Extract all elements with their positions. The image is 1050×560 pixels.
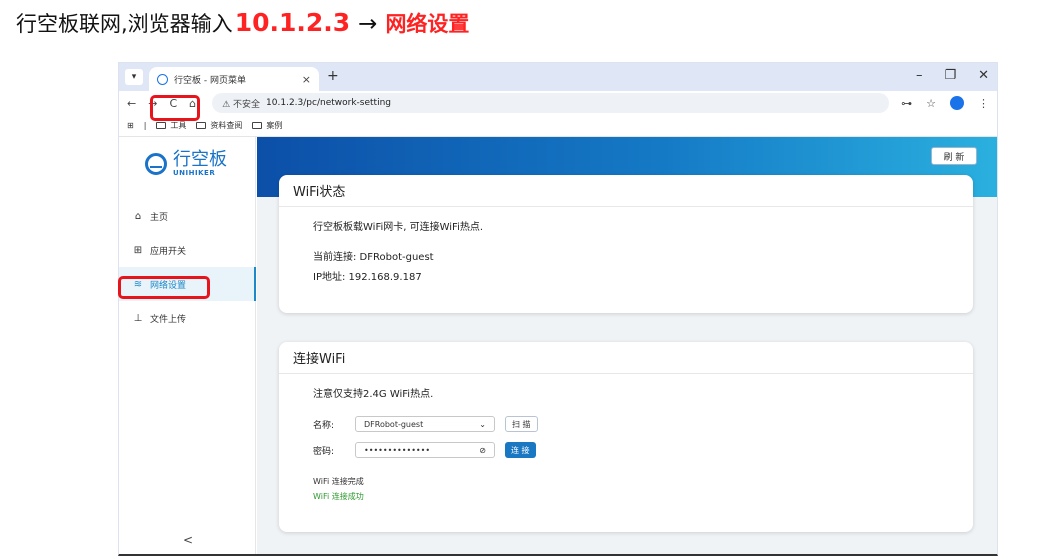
home-icon: ⌂: [134, 210, 142, 222]
password-field[interactable]: •••••••••••••• ⊘: [355, 442, 495, 458]
wifi-desc: 行空板板载WiFi网卡, 可连接WiFi热点.: [313, 221, 484, 233]
new-tab-button[interactable]: +: [327, 68, 339, 84]
apps-grid-icon[interactable]: ⊞: [127, 121, 134, 130]
sidebar-item-label: 应用开关: [150, 246, 187, 257]
bookmark-cases[interactable]: 案例: [252, 120, 282, 131]
support-note: 注意仅支持2.4G WiFi热点.: [313, 388, 434, 400]
grid-icon: ⊞: [133, 244, 143, 256]
url-input[interactable]: ⚠ 不安全 10.1.2.3/pc/network-setting: [212, 93, 890, 113]
current-connection: 当前连接: DFRobot-guest: [313, 251, 434, 263]
password-key-icon[interactable]: ⊶: [901, 97, 912, 110]
close-window-icon[interactable]: ✕: [978, 68, 989, 83]
window-controls: – ❐ ✕: [916, 68, 989, 83]
ip-address: IP地址: 192.168.9.187: [313, 271, 422, 283]
bookmark-tools[interactable]: 工具: [156, 120, 186, 131]
connect-status-done: WiFi 连接完成: [313, 477, 364, 486]
folder-icon: [156, 122, 167, 129]
bookmark-docs[interactable]: 资料查阅: [196, 120, 242, 131]
caption-arrow: →: [358, 11, 378, 37]
card-title: 连接WiFi: [279, 342, 973, 374]
chevron-down-icon: ⌄: [479, 419, 486, 429]
ssid-label: 名称:: [313, 420, 335, 431]
nav-highlight-box: [118, 276, 210, 299]
folder-icon: [252, 122, 263, 129]
card-title: WiFi状态: [279, 175, 973, 207]
profile-avatar-icon[interactable]: [950, 96, 964, 110]
scan-button[interactable]: 扫 描: [505, 416, 538, 432]
sidebar-item-upload[interactable]: ⊥ 文件上传: [119, 301, 256, 335]
web-app: 行空板 UNIHIKER ⌂ 主页 ⊞ 应用开关 ≋ 网络设置 ⊥ 文件上传 <…: [119, 137, 997, 554]
ssid-value: DFRobot-guest: [364, 419, 424, 429]
ssid-select[interactable]: DFRobot-guest ⌄: [355, 416, 495, 432]
upload-icon: ⊥: [133, 312, 143, 324]
connect-status-success: WiFi 连接成功: [313, 492, 364, 501]
connect-wifi-card: 连接WiFi 注意仅支持2.4G WiFi热点. 名称: DFRobot-gue…: [279, 342, 973, 532]
instruction-caption: 行空板联网,浏览器输入 10.1.2.3 → 网络设置: [16, 8, 469, 44]
sidebar-item-label: 主页: [150, 212, 169, 223]
refresh-button[interactable]: 刷 新: [931, 147, 977, 165]
menu-dots-icon[interactable]: ⋮: [978, 97, 989, 110]
url-text: 10.1.2.3/pc/network-setting: [266, 98, 391, 108]
logo-icon: [145, 153, 167, 175]
sidebar: 行空板 UNIHIKER ⌂ 主页 ⊞ 应用开关 ≋ 网络设置 ⊥ 文件上传 <: [119, 137, 256, 554]
collapse-sidebar-icon[interactable]: <: [183, 533, 193, 547]
caption-ip: 10.1.2.3: [234, 8, 351, 37]
sidebar-item-label: 文件上传: [150, 314, 187, 325]
eye-hidden-icon[interactable]: ⊘: [479, 446, 486, 455]
address-actions: ⊶ ☆ ⋮: [901, 96, 989, 110]
sidebar-item-apps[interactable]: ⊞ 应用开关: [119, 233, 256, 267]
restore-icon[interactable]: ❐: [944, 68, 956, 83]
bookmark-label: 工具: [170, 121, 187, 130]
logo-en: UNIHIKER: [173, 169, 216, 177]
unihiker-logo: 行空板 UNIHIKER: [145, 151, 227, 177]
tab-close-icon[interactable]: ×: [302, 73, 311, 86]
caption-text: 行空板联网,浏览器输入: [16, 12, 233, 36]
bookmark-separator: |: [143, 121, 147, 130]
bookmarks-bar: ⊞ | 工具 资料查阅 案例: [119, 115, 997, 137]
connect-button[interactable]: 连 接: [505, 442, 536, 458]
logo-cn: 行空板: [173, 149, 227, 170]
ssid-row: 名称: DFRobot-guest ⌄ 扫 描: [313, 414, 973, 434]
favicon-icon: [157, 73, 168, 85]
unsafe-label[interactable]: ⚠ 不安全: [222, 97, 260, 110]
bookmark-star-icon[interactable]: ☆: [926, 97, 936, 110]
main-content: 刷 新 WiFi状态 行空板板载WiFi网卡, 可连接WiFi热点. 当前连接:…: [257, 137, 997, 554]
browser-window: ▾ 行空板 - 网页菜单 × + – ❐ ✕ ← → C ⌂ ⚠ 不安全 10.…: [118, 62, 998, 556]
url-highlight-box: [150, 95, 200, 121]
address-bar-row: ← → C ⌂ ⚠ 不安全 10.1.2.3/pc/network-settin…: [119, 91, 997, 115]
minimize-icon[interactable]: –: [916, 68, 923, 83]
folder-icon: [196, 122, 207, 129]
bookmark-label: 资料查阅: [210, 121, 243, 130]
browser-tab[interactable]: 行空板 - 网页菜单 ×: [149, 67, 319, 91]
wifi-status-card: WiFi状态 行空板板载WiFi网卡, 可连接WiFi热点. 当前连接: DFR…: [279, 175, 973, 313]
back-icon[interactable]: ←: [127, 97, 136, 110]
password-row: 密码: •••••••••••••• ⊘ 连 接: [313, 440, 973, 460]
sidebar-nav: ⌂ 主页 ⊞ 应用开关 ≋ 网络设置 ⊥ 文件上传: [119, 199, 256, 335]
bookmark-label: 案例: [266, 121, 283, 130]
password-label: 密码:: [313, 446, 335, 457]
tab-title: 行空板 - 网页菜单: [174, 75, 246, 86]
tab-strip: ▾ 行空板 - 网页菜单 × + – ❐ ✕: [119, 63, 997, 91]
caption-target: 网络设置: [385, 12, 470, 36]
password-value: ••••••••••••••: [364, 445, 431, 455]
sidebar-item-home[interactable]: ⌂ 主页: [119, 199, 256, 233]
tab-search-icon[interactable]: ▾: [125, 69, 143, 85]
